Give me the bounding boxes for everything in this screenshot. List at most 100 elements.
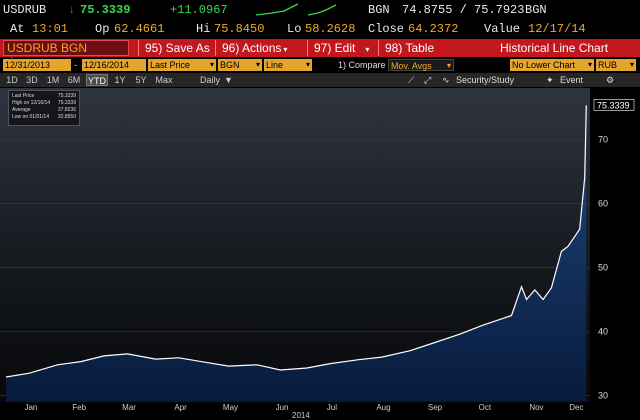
x-tick-label: Jul [327,403,337,412]
value-date: 12/17/14 [528,22,586,36]
date-separator: - [74,60,77,70]
chevron-down-icon: ▾ [587,60,592,69]
last-value-label: 75.3339 [597,100,630,110]
chevron-down-icon: ▾ [283,45,288,54]
chevron-down-icon: ▾ [255,60,260,69]
range-button-1y[interactable]: 1Y [111,74,129,86]
chevron-down-icon: ▾ [305,60,310,69]
x-tick-label: Sep [428,403,443,412]
y-tick-label: 30 [598,391,608,401]
edit-menu[interactable]: 97) Edit ▾ [307,40,369,56]
range-toolbar: 1D 3D 1M 6M YTD 1Y 5Y Max Daily ▼ ⟋ ⤢ ∿ Security… [0,73,640,87]
trend-line-icon [308,4,336,16]
source-select[interactable]: BGN ▾ [218,59,262,71]
close-value: 64.2372 [408,22,459,36]
window-title: Historical Line Chart [500,41,609,55]
low-value: 58.2628 [305,22,356,36]
price-source: BGN [368,3,390,17]
value-label: Value [484,22,521,36]
open-value: 62.4661 [114,22,165,36]
last-price: 75.3339 [80,3,131,17]
end-date-field[interactable]: 12/16/2014 [82,59,146,71]
legend-average: Average 37.8236 [12,107,76,114]
quote-header: USDRUB ↓ 75.3339 +11.0967 BGN 74.8755 / … [0,0,640,20]
compare-button[interactable]: 1) Compare [338,59,386,71]
security-field[interactable]: USDRUB BGN Curncy [3,40,129,69]
x-tick-label: Aug [376,403,390,412]
range-button-max[interactable]: Max [153,74,175,86]
chevron-down-icon: ▾ [365,45,370,54]
x-tick-label: Feb [72,403,86,412]
y-tick-label: 40 [598,327,608,337]
quote-details: At 13:01 Op 62.4661 Hi 75.8450 Lo 58.262… [0,20,640,38]
price-change: +11.0967 [170,3,228,17]
study-icon[interactable]: ∿ [442,74,450,86]
x-tick-label: Nov [529,403,543,412]
actions-menu[interactable]: 96) Actions ▾ [215,40,287,56]
currency-value: RUB [598,60,618,70]
event-icon[interactable]: ✦ [546,74,554,86]
legend-high: High on 12/16/14 75.3339 [12,100,76,107]
legend-low-label: Low on 01/01/14 [12,114,49,120]
legend-average-label: Average [12,107,31,113]
chart-type-select[interactable]: Line ▾ [264,59,312,71]
y-tick-label: 50 [598,262,608,272]
x-axis-year-label: 2014 [292,411,310,420]
start-date-field[interactable]: 12/31/2013 [3,59,71,71]
chevron-down-icon: ▾ [446,61,451,70]
ticker-label: USDRUB [3,3,47,17]
range-button-ytd[interactable]: YTD [86,74,108,86]
chart-type-value: Line [266,60,284,70]
event-button[interactable]: Event [560,74,583,86]
security-study-button[interactable]: Security/Study [456,74,514,86]
chevron-down-icon: ▼ [224,75,233,85]
x-tick-label: Mar [122,403,136,412]
range-button-3d[interactable]: 3D [23,74,41,86]
actions-label: 96) Actions [222,41,282,55]
chart-canvas[interactable]: 30 40 50 60 70 Jan Feb Mar Apr May Jun Jul Aug Sep Oc… [0,88,640,420]
bid-ask: 74.8755 / 75.7923 [402,3,525,17]
frequency-select[interactable]: Daily ▼ [200,74,244,86]
y-axis: 30 40 50 60 70 [598,134,608,400]
lower-chart-select[interactable]: No Lower Chart ▾ [510,59,594,71]
source-value: BGN [220,60,240,70]
mov-avgs-select[interactable]: Mov. Avgs ▾ [388,59,454,71]
last-value-marker: 75.3339 [593,99,635,111]
chevron-down-icon: ▾ [209,60,214,69]
range-button-1m[interactable]: 1M [44,74,62,86]
draw-tools-icon[interactable]: ⟋ [408,74,414,86]
edit-label: 97) Edit [314,41,356,55]
x-tick-label: Dec [569,403,583,412]
zoom-icon[interactable]: ⤢ [424,74,431,86]
y-tick-label: 70 [598,134,608,144]
legend-box: Last Price 75.3339 High on 12/16/14 75.333… [8,90,80,126]
price-chart[interactable]: 30 40 50 60 70 Jan Feb Mar Apr May Jun Jul Aug Sep Oc… [0,88,640,420]
legend-last-value: 75.3339 [57,93,76,99]
down-arrow-icon: ↓ [68,3,76,17]
chevron-down-icon: ▾ [629,60,634,69]
function-menubar: USDRUB BGN Curncy 95) Save As 96) Action… [0,39,640,69]
legend-last-price: Last Price 75.3339 [12,93,76,100]
x-tick-label: Jun [276,403,289,412]
currency-select[interactable]: RUB ▾ [596,59,636,71]
price-field-select[interactable]: Last Price ▾ [148,59,216,71]
y-tick-label: 60 [598,198,608,208]
frequency-value: Daily [200,75,221,85]
save-as-menu[interactable]: 95) Save As [138,40,210,56]
settings-icon[interactable]: ⚙ [606,74,614,86]
price-field-value: Last Price [150,60,191,70]
mov-avgs-value: Mov. Avgs [391,61,432,71]
x-tick-label: Jan [24,403,37,412]
legend-low: Low on 01/01/14 32.8550 [12,114,76,121]
range-button-6m[interactable]: 6M [65,74,83,86]
low-label: Lo [287,22,302,36]
legend-high-value: 75.3339 [57,100,76,106]
legend-low-value: 32.8550 [57,114,76,120]
table-menu[interactable]: 98) Table [378,40,434,56]
sparkline-icon [256,3,298,16]
price-source-2: BGN [525,3,547,17]
range-button-1d[interactable]: 1D [4,74,20,86]
x-tick-label: Oct [479,403,492,412]
at-label: At [10,22,25,36]
range-button-5y[interactable]: 5Y [132,74,150,86]
